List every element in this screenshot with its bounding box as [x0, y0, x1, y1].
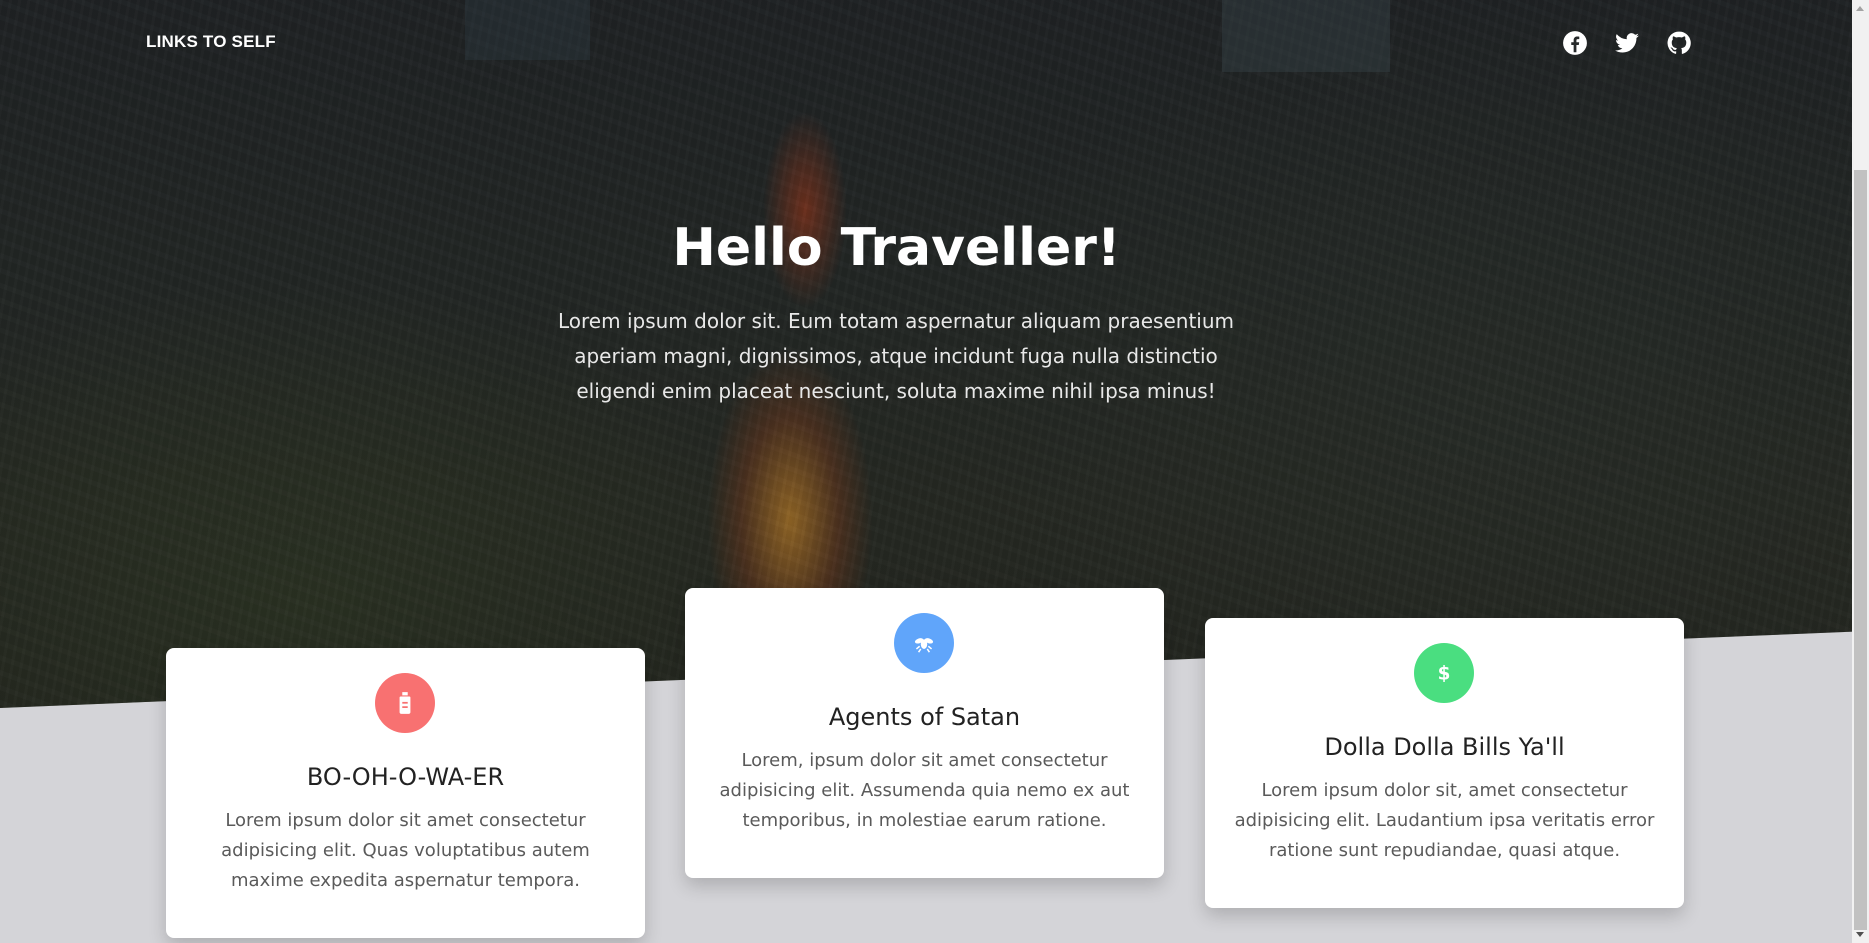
scroll-up-arrow[interactable]: [1856, 6, 1864, 11]
github-icon: [1666, 30, 1692, 56]
bug-icon: [894, 613, 954, 673]
feature-card: BO-OH-O-WA-ER Lorem ipsum dolor sit amet…: [166, 648, 645, 938]
scrollbar[interactable]: [1852, 0, 1869, 943]
dollar-icon: $: [1414, 643, 1474, 703]
hero-title: Hello Traveller!: [672, 218, 1121, 278]
feature-card: $ Dolla Dolla Bills Ya'll Lorem ipsum do…: [1205, 618, 1684, 908]
card-title: Agents of Satan: [828, 703, 1021, 731]
twitter-icon: [1614, 30, 1640, 56]
brand-link[interactable]: LINKS TO SELF: [146, 32, 276, 52]
card-title: BO-OH-O-WA-ER: [306, 763, 505, 791]
facebook-link[interactable]: [1562, 30, 1588, 56]
hero-description: Lorem ipsum dolor sit. Eum totam asperna…: [558, 309, 1234, 403]
twitter-link[interactable]: [1614, 30, 1640, 56]
card-description: Lorem ipsum dolor sit, amet consectetur …: [1234, 780, 1655, 861]
card-title: Dolla Dolla Bills Ya'll: [1324, 733, 1565, 761]
card-description: Lorem, ipsum dolor sit amet consectetur …: [719, 750, 1130, 831]
scroll-down-arrow[interactable]: [1856, 932, 1864, 937]
feature-card: Agents of Satan Lorem, ipsum dolor sit a…: [685, 588, 1164, 878]
facebook-icon: [1562, 30, 1588, 56]
github-link[interactable]: [1666, 30, 1692, 56]
bottle-icon: [375, 673, 435, 733]
page: LINKS TO SELF Hello Traveller! Lorem ips…: [0, 0, 1869, 943]
svg-text:$: $: [1438, 664, 1451, 685]
card-description: Lorem ipsum dolor sit amet consectetur a…: [221, 810, 590, 891]
scrollbar-thumb[interactable]: [1854, 170, 1867, 930]
